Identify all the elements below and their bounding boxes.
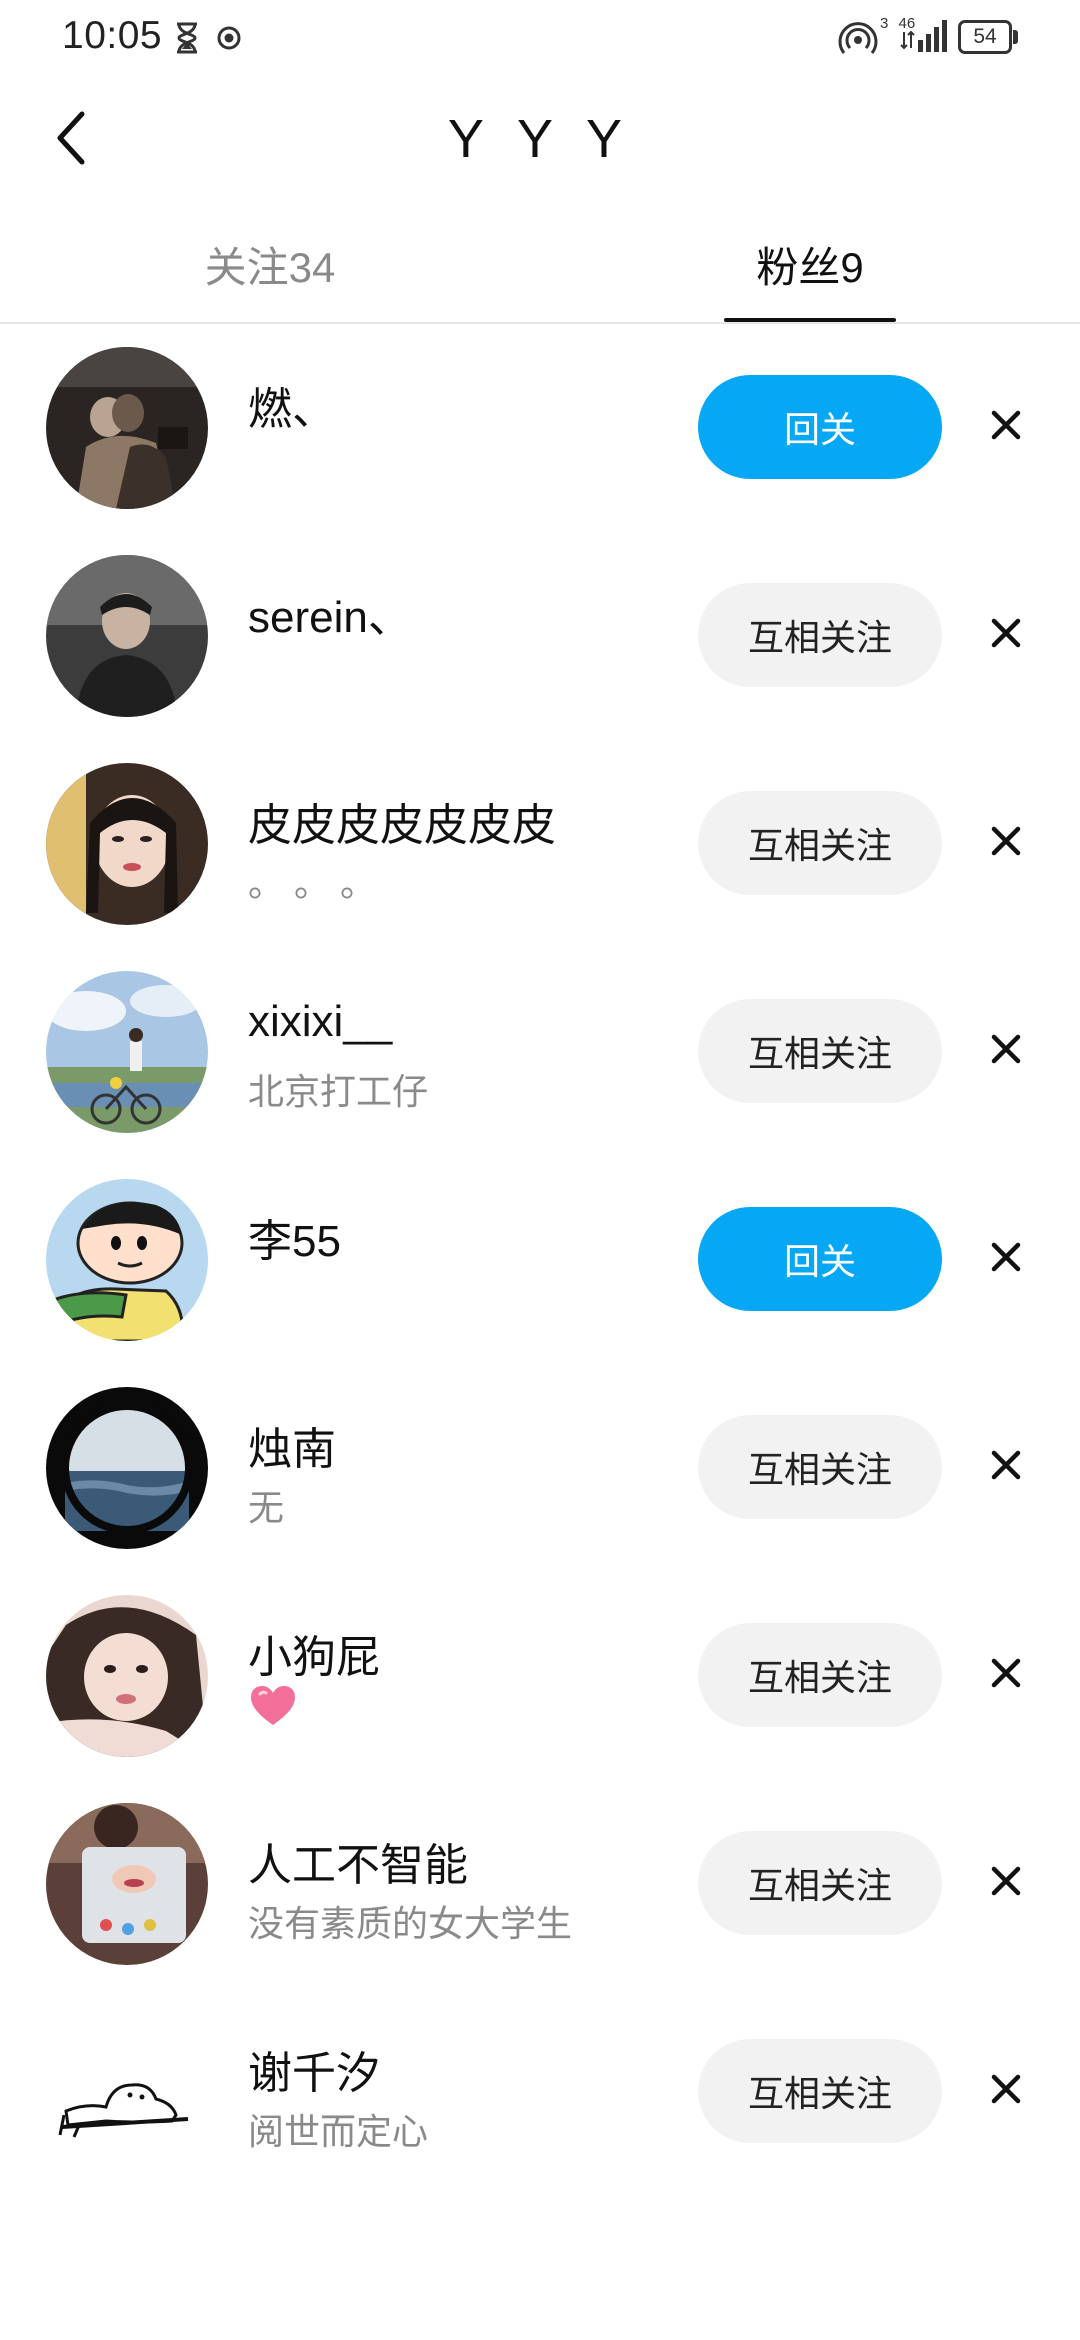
follow-back-button[interactable]: 回关 — [698, 375, 942, 479]
mutual-follow-button[interactable]: 互相关注 — [698, 1623, 942, 1727]
avatar-image — [46, 347, 208, 509]
user-name: xixixi__ — [248, 997, 393, 1046]
mutual-follow-button[interactable]: 互相关注 — [698, 2039, 942, 2143]
fan-row[interactable]: 人工不智能 没有素质的女大学生 互相关注 — [0, 1801, 1080, 2009]
user-name: serein、 — [248, 593, 412, 642]
avatar[interactable] — [46, 1179, 208, 1341]
remove-fan-button[interactable] — [978, 1853, 1034, 1909]
battery-body: 54 — [958, 20, 1012, 54]
user-name: 人工不智能 — [248, 1841, 468, 1890]
avatar-image — [46, 1179, 208, 1341]
fan-row[interactable]: 李55 回关 — [0, 1177, 1080, 1385]
remove-fan-button[interactable] — [978, 813, 1034, 869]
close-icon — [991, 826, 1021, 856]
battery-tip — [1013, 30, 1018, 44]
active-tab-indicator — [724, 318, 896, 322]
battery-level: 54 — [973, 25, 997, 48]
avatar[interactable] — [46, 1595, 208, 1757]
fan-row[interactable]: 小狗屁 互相关注 — [0, 1593, 1080, 1801]
sim-number: 3 — [880, 15, 889, 32]
avatar[interactable] — [46, 1803, 208, 1965]
close-icon — [991, 1658, 1021, 1688]
mutual-follow-button[interactable]: 互相关注 — [698, 999, 942, 1103]
fan-row[interactable]: 谢千汐 阅世而定心 互相关注 — [0, 2009, 1080, 2217]
avatar[interactable] — [46, 1387, 208, 1549]
user-bio: 无 — [248, 1487, 285, 1528]
fan-row[interactable]: xixixi__ 北京打工仔 互相关注 — [0, 969, 1080, 1177]
user-name: 李55 — [248, 1217, 341, 1266]
fan-row[interactable]: 燃、 回关 — [0, 345, 1080, 553]
remove-fan-button[interactable] — [978, 1437, 1034, 1493]
close-icon — [991, 2074, 1021, 2104]
follow-back-button[interactable]: 回关 — [698, 1207, 942, 1311]
avatar[interactable] — [46, 347, 208, 509]
user-bio: 阅世而定心 — [248, 2111, 429, 2152]
avatar-image — [46, 555, 208, 717]
user-bio: 。 。 。 — [248, 863, 377, 904]
avatar-image — [46, 763, 208, 925]
tab-following[interactable]: 关注34 — [120, 234, 420, 295]
hotspot-icon — [838, 22, 878, 54]
battery-indicator: 54 — [958, 20, 1018, 54]
record-icon — [217, 26, 241, 50]
fan-row[interactable]: 皮皮皮皮皮皮皮 。 。 。 互相关注 — [0, 761, 1080, 969]
remove-fan-button[interactable] — [978, 2061, 1034, 2117]
pink-heart-icon — [251, 1686, 295, 1725]
fans-list: 燃、 回关 serein、 互相关注 皮皮皮皮皮皮皮 。 。 。 互相关注 xi… — [0, 345, 1080, 2217]
status-bar: 10:05 3 46 54 — [0, 0, 1080, 76]
mutual-follow-button[interactable]: 互相关注 — [698, 1415, 942, 1519]
header: Y Y Y — [0, 90, 1080, 190]
avatar[interactable] — [46, 971, 208, 1133]
close-icon — [991, 1242, 1021, 1272]
status-time: 10:05 — [62, 14, 163, 57]
user-name: 小狗屁 — [248, 1633, 380, 1682]
page-title: Y Y Y — [447, 109, 633, 169]
hourglass-icon — [177, 22, 197, 54]
close-icon — [991, 410, 1021, 440]
mutual-follow-button[interactable]: 互相关注 — [698, 791, 942, 895]
avatar-image — [46, 1595, 208, 1757]
mutual-follow-button[interactable]: 互相关注 — [698, 1831, 942, 1935]
remove-fan-button[interactable] — [978, 1021, 1034, 1077]
user-bio: 没有素质的女大学生 — [248, 1903, 573, 1944]
remove-fan-button[interactable] — [978, 397, 1034, 453]
signal-icon — [900, 20, 947, 52]
avatar-image — [46, 1803, 208, 1965]
remove-fan-button[interactable] — [978, 1645, 1034, 1701]
mutual-follow-button[interactable]: 互相关注 — [698, 583, 942, 687]
user-bio: 北京打工仔 — [248, 1071, 429, 1112]
fan-row[interactable]: 烛南 无 互相关注 — [0, 1385, 1080, 1593]
close-icon — [991, 1866, 1021, 1896]
tab-bar: 关注34 粉丝9 — [0, 220, 1080, 324]
followers-page: 10:05 3 46 54 Y Y Y 关注34 粉丝9 燃、 回关 serei… — [0, 0, 1080, 2340]
user-name: 燃、 — [248, 385, 336, 434]
close-icon — [991, 1034, 1021, 1064]
tab-fans[interactable]: 粉丝9 — [660, 234, 960, 295]
remove-fan-button[interactable] — [978, 605, 1034, 661]
fan-row[interactable]: serein、 互相关注 — [0, 553, 1080, 761]
avatar-image — [46, 2011, 208, 2173]
remove-fan-button[interactable] — [978, 1229, 1034, 1285]
user-name: 烛南 — [248, 1425, 336, 1474]
close-icon — [991, 1450, 1021, 1480]
avatar-image — [46, 1387, 208, 1549]
avatar[interactable] — [46, 555, 208, 717]
avatar-image — [46, 971, 208, 1133]
user-name: 皮皮皮皮皮皮皮 — [248, 801, 556, 850]
avatar[interactable] — [46, 2011, 208, 2173]
avatar[interactable] — [46, 763, 208, 925]
user-name: 谢千汐 — [248, 2049, 380, 2098]
close-icon — [991, 618, 1021, 648]
